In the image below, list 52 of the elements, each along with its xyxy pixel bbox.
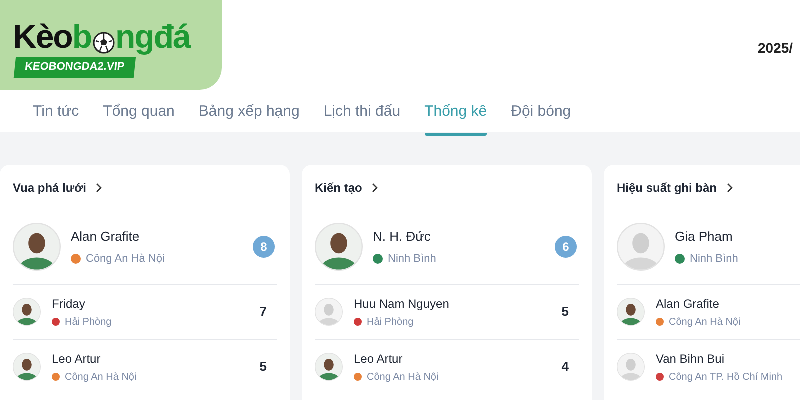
club-name: Công An TP. Hồ Chí Minh <box>669 370 783 384</box>
chevron-right-icon <box>727 183 734 193</box>
card-title-link[interactable]: Kiến tạo <box>315 179 378 197</box>
stat-badge: 6 <box>555 236 577 258</box>
nav-tab[interactable]: Tin tức <box>33 101 80 136</box>
logo-text: b <box>72 20 92 53</box>
player-avatar <box>315 353 343 381</box>
avatar-placeholder-icon <box>617 223 665 271</box>
player-name: Alan Grafite <box>656 296 720 312</box>
nav-tab[interactable]: Bảng xếp hạng <box>198 101 300 136</box>
club-name: Công An Hà Nội <box>65 370 137 384</box>
card-title-link[interactable]: Vua phá lưới <box>13 179 102 197</box>
avatar-placeholder-icon <box>617 353 645 381</box>
stat-value: 7 <box>260 303 267 322</box>
logo-panel[interactable]: Kèob ngđá KEOBONGDA2.VIP <box>0 0 222 90</box>
card-title-link[interactable]: Hiệu suất ghi bàn <box>617 179 734 197</box>
player-avatar <box>13 353 41 381</box>
player-avatar <box>13 298 41 326</box>
club-name: Hải Phòng <box>367 316 414 330</box>
club-name: Công An Hà Nội <box>367 370 439 384</box>
domain-label: KEOBONGDA2.VIP <box>14 57 136 78</box>
nav-tab[interactable]: Lịch thi đấu <box>324 101 401 136</box>
stat-badge: 8 <box>253 236 275 258</box>
player-name: Gia Pham <box>675 228 734 246</box>
player-name: Friday <box>52 296 86 312</box>
player-name: Huu Nam Nguyen <box>354 296 450 312</box>
chevron-right-icon <box>372 183 378 193</box>
player-avatar <box>13 223 61 271</box>
club-name: Công An Hà Nội <box>669 316 741 330</box>
player-name: N. H. Đức <box>373 228 432 246</box>
club-name: Công An Hà Nội <box>86 252 165 266</box>
football-icon <box>92 32 115 54</box>
chevron-right-icon <box>96 183 102 193</box>
avatar-placeholder-icon <box>315 298 343 326</box>
player-name: Van Bihn Bui <box>656 350 726 368</box>
nav-tab[interactable]: Thống kê <box>424 101 488 136</box>
stat-value: 5 <box>562 303 569 322</box>
club-name: Hải Phòng <box>65 316 112 330</box>
club-name: Ninh Bình <box>388 252 436 266</box>
player-name: Leo Artur <box>354 350 404 368</box>
player-name: Leo Artur <box>52 350 102 368</box>
logo-text: ngđá <box>116 20 190 53</box>
stat-value: 5 <box>260 358 267 376</box>
date-text: 2025/ <box>758 39 794 58</box>
logo-text: Kèo <box>13 20 72 53</box>
nav-tab[interactable]: Tổng quan <box>103 101 175 136</box>
player-avatar <box>315 223 363 271</box>
stat-value: 4 <box>562 358 569 376</box>
player-avatar <box>617 298 645 326</box>
player-name: Alan Grafite <box>71 228 141 246</box>
nav-tab[interactable]: Đội bóng <box>511 101 572 136</box>
club-name: Ninh Bình <box>690 252 738 266</box>
